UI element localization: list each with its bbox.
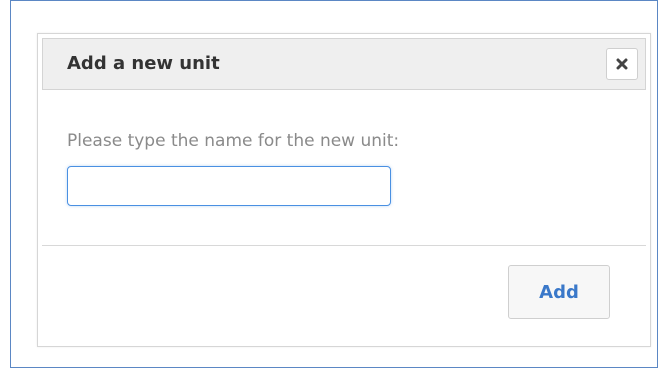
footer-divider: [42, 245, 646, 246]
close-button[interactable]: [606, 48, 638, 80]
dialog-header: Add a new unit: [42, 38, 646, 90]
dialog-title: Add a new unit: [67, 53, 220, 74]
add-unit-dialog: Add a new unit Please type the name for …: [37, 33, 651, 347]
add-button[interactable]: Add: [508, 265, 610, 319]
unit-name-input[interactable]: [67, 166, 391, 206]
close-icon: [616, 58, 628, 70]
unit-name-prompt: Please type the name for the new unit:: [67, 131, 400, 151]
